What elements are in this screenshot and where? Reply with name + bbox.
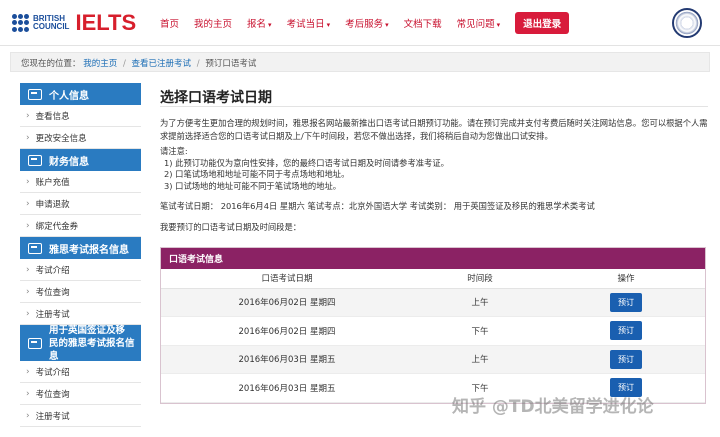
sidebar-item-seat-search[interactable]: › 考位查询 — [20, 281, 141, 303]
sidebar-section-finance: 财务信息 — [20, 149, 141, 171]
table-row: 2016年06月02日 星期四 上午 预订 — [161, 288, 705, 317]
british-council-dots-icon — [12, 14, 30, 32]
document-icon — [28, 242, 42, 254]
column-header-action: 操作 — [547, 269, 705, 289]
sidebar-item-ukvi-test-intro[interactable]: › 考试介绍 — [20, 361, 141, 383]
sidebar-section-ielts-registration: 雅思考试报名信息 — [20, 237, 141, 259]
sidebar-item-voucher[interactable]: › 绑定代金券 — [20, 215, 141, 237]
slot-date: 2016年06月02日 星期四 — [161, 316, 413, 346]
chevron-down-icon: ▾ — [385, 21, 389, 29]
notes: 请注意: 1) 此预订功能仅为意向性安排，您的最终口语考试日期及时间请参考准考证… — [160, 146, 708, 192]
sidebar-section-personal-info: 个人信息 — [20, 83, 141, 105]
sidebar-item-register-test[interactable]: › 注册考试 — [20, 303, 141, 325]
main-content: 选择口语考试日期 为了方便考生更加合理的规划时间，雅思报名网站最新推出口语考试日… — [160, 83, 708, 404]
nav-test-day[interactable]: 考试当日 ▾ — [287, 16, 331, 30]
written-exam-info: 笔试考试日期： 2016年6月4日 星期六 笔试考点：北京外国语大学 考试类别：… — [160, 201, 595, 211]
chevron-right-icon: › — [26, 176, 30, 187]
watermark: 知乎 @TD北美留学进化论 — [452, 397, 654, 417]
ielts-logo[interactable]: BRITISH COUNCIL IELTS — [12, 9, 136, 37]
chevron-right-icon: › — [26, 366, 30, 377]
book-button[interactable]: 预订 — [610, 292, 642, 312]
breadcrumb-link-registered-tests[interactable]: 查看已注册考试 — [132, 59, 192, 69]
nav-register[interactable]: 报名 ▾ — [247, 16, 272, 30]
chevron-right-icon: › — [26, 132, 30, 143]
emblem-icon — [672, 8, 702, 38]
slot-date: 2016年06月02日 星期四 — [161, 288, 413, 317]
note-item: 2) 口笔试场地和地址可能不同于考点场地和地址。 — [164, 169, 350, 179]
sidebar-section-ukvi-registration: 用于英国签证及移 民的雅思考试报名信息 — [20, 325, 141, 362]
wallet-icon — [28, 154, 42, 166]
sidebar: 个人信息 › 查看信息 › 更改安全信息 财务信息 › 账户充值 › 申请退款 › 绑定代… — [20, 83, 141, 427]
table-row: 2016年06月03日 星期五 上午 预订 — [161, 345, 705, 374]
document-icon — [28, 337, 42, 349]
chevron-right-icon: › — [26, 308, 30, 319]
chevron-down-icon: ▾ — [496, 21, 501, 29]
chevron-right-icon: › — [26, 388, 30, 399]
sidebar-item-test-intro[interactable]: › 考试介绍 — [20, 259, 141, 281]
page-title: 选择口语考试日期 — [160, 83, 708, 107]
slot-period: 上午 — [413, 345, 547, 374]
intro-text: 为了方便考生更加合理的规划时间，雅思报名网站最新推出口语考试日期预订功能。请在预… — [160, 118, 708, 141]
speaking-slots-table: 口语考试日期 时间段 操作 2016年06月02日 星期四 上午 预订 2016… — [161, 269, 705, 403]
sidebar-item-top-up[interactable]: › 账户充值 — [20, 171, 141, 193]
slot-date: 2016年06月03日 星期五 — [161, 345, 413, 374]
nav-faq[interactable]: 常见问题 ▾ — [457, 16, 501, 30]
chevron-right-icon: › — [26, 410, 30, 421]
breadcrumb-prefix: 您现在的位置： — [21, 59, 81, 69]
breadcrumb-current: 预订口语考试 — [205, 59, 257, 69]
slot-date: 2016年06月03日 星期五 — [161, 373, 413, 403]
british-council-wordmark: BRITISH COUNCIL — [33, 14, 70, 31]
slot-period: 下午 — [413, 316, 547, 346]
ielts-wordmark: IELTS — [75, 10, 137, 35]
notes-title: 请注意: — [160, 146, 188, 156]
book-button[interactable]: 预订 — [610, 321, 642, 341]
speaking-test-panel: 口语考试信息 口语考试日期 时间段 操作 2016年06月02日 星期四 上午 … — [160, 247, 706, 404]
chevron-right-icon: › — [26, 110, 30, 121]
column-header-date: 口语考试日期 — [161, 269, 413, 289]
chevron-right-icon: › — [26, 264, 30, 275]
choose-prompt: 我要预订的口语考试日期及时间段是： — [160, 222, 302, 232]
chevron-down-icon: ▾ — [326, 21, 331, 29]
panel-title: 口语考试信息 — [161, 248, 705, 269]
chevron-right-icon: › — [26, 198, 30, 209]
note-item: 1) 此预订功能仅为意向性安排，您的最终口语考试日期及时间请参考准考证。 — [164, 157, 449, 168]
sidebar-item-ukvi-seat-search[interactable]: › 考位查询 — [20, 383, 141, 405]
sidebar-item-refund[interactable]: › 申请退款 — [20, 193, 141, 215]
chevron-right-icon: › — [26, 220, 30, 231]
sidebar-item-ukvi-register-test[interactable]: › 注册考试 — [20, 405, 141, 427]
nav-downloads[interactable]: 文档下载 — [404, 16, 442, 30]
chevron-right-icon: › — [26, 286, 30, 297]
nav-post-test[interactable]: 考后服务 ▾ — [345, 16, 389, 30]
nav-home[interactable]: 首页 — [160, 16, 179, 30]
nav-my-page[interactable]: 我的主页 — [194, 16, 232, 30]
logout-button[interactable]: 退出登录 — [515, 12, 570, 34]
site-header: BRITISH COUNCIL IELTS 首页 我的主页 报名 ▾ 考试当日 ▾ … — [0, 0, 720, 46]
breadcrumb: 您现在的位置： 我的主页 / 查看已注册考试 / 预订口语考试 — [10, 52, 710, 72]
sidebar-item-view-info[interactable]: › 查看信息 — [20, 105, 141, 127]
id-card-icon — [28, 88, 42, 100]
breadcrumb-link-my-page[interactable]: 我的主页 — [83, 59, 117, 69]
table-row: 2016年06月02日 星期四 下午 预订 — [161, 316, 705, 346]
slot-period: 上午 — [413, 288, 547, 317]
main-nav: 首页 我的主页 报名 ▾ 考试当日 ▾ 考后服务 ▾ 文档下载 常见问题 ▾ 退出登录 — [160, 12, 570, 34]
sidebar-item-change-security[interactable]: › 更改安全信息 — [20, 127, 141, 149]
chevron-down-icon: ▾ — [268, 21, 272, 29]
note-item: 3) 口试场地的地址可能不同于笔试场地的地址。 — [164, 180, 342, 191]
book-button[interactable]: 预订 — [610, 349, 642, 369]
breadcrumb-separator: / — [196, 59, 200, 69]
breadcrumb-separator: / — [122, 59, 126, 69]
column-header-period: 时间段 — [413, 269, 547, 289]
